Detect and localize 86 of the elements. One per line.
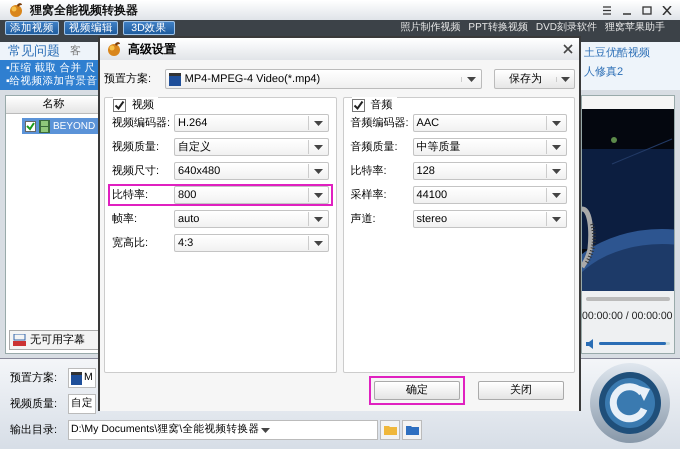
dialog-button[interactable]: 关闭 (478, 381, 564, 400)
caret-icon (314, 168, 322, 174)
field-dropdown[interactable]: 128 (412, 162, 567, 180)
toolbar-link[interactable]: PPT转换视频 (468, 21, 528, 34)
caret-icon (467, 76, 476, 82)
field-label: 宽高比: (112, 236, 150, 251)
field-label: 声道: (350, 212, 377, 227)
field-dropdown[interactable]: auto (174, 210, 328, 228)
group-title: 音频 (370, 98, 392, 113)
caret-icon (314, 120, 322, 126)
setting-label: 输出目录: (10, 422, 58, 438)
browse-button[interactable] (402, 420, 422, 440)
group-title: 视频 (132, 98, 154, 113)
caret-icon (314, 144, 322, 150)
caret-icon (314, 240, 322, 246)
subtitle-icon (13, 334, 26, 346)
checkbox[interactable] (25, 120, 36, 132)
speaker-icon[interactable] (586, 338, 596, 349)
field-label: 比特率: (112, 188, 150, 203)
preset-label: 预置方案: (104, 72, 152, 87)
setting-label: 视频质量: (10, 396, 58, 412)
column-header[interactable]: 名称 (6, 96, 101, 114)
checkbox[interactable] (352, 98, 364, 112)
field-label: 视频尺寸: (112, 164, 160, 179)
toolbar-link[interactable]: 照片制作视频 (400, 21, 460, 34)
maximize-icon[interactable] (642, 6, 652, 14)
caret-icon (552, 120, 561, 126)
field-dropdown[interactable]: 自定义 (174, 138, 328, 156)
caret-icon (552, 192, 561, 198)
save-as-button[interactable]: 保存为 (494, 69, 575, 89)
logo-icon (106, 41, 122, 57)
clapper-icon (168, 72, 181, 86)
help-title: 常见问题 (8, 42, 60, 60)
close-icon[interactable] (563, 44, 573, 54)
folder-icon (384, 425, 396, 435)
field-dropdown[interactable]: stereo (412, 210, 567, 228)
dialog-title: 高级设置 (128, 41, 176, 58)
caret-icon (314, 192, 322, 198)
caret-icon (561, 76, 570, 82)
help-link[interactable]: ▪给视频添加背景音 (6, 75, 100, 88)
help-link[interactable]: 土豆优酷视频 (584, 45, 680, 62)
setting-field[interactable]: M (68, 368, 96, 388)
toolbar-link[interactable]: DVD刻录软件 (536, 21, 597, 34)
setting-field[interactable]: 自定 (68, 394, 96, 414)
toolbar-link[interactable]: 狸窝苹果助手 (605, 21, 665, 34)
folder-icon (406, 425, 418, 435)
setting-label: 预置方案: (10, 370, 58, 386)
caret-icon (261, 428, 270, 432)
subtitle-dropdown[interactable]: 无可用字幕 (9, 330, 99, 350)
field-dropdown[interactable]: 800 (174, 186, 328, 204)
preset-dropdown[interactable]: MP4-MPEG-4 Video(*.mp4) (164, 69, 482, 89)
volume-slider[interactable] (599, 342, 666, 346)
logo-icon (8, 2, 24, 18)
field-label: 视频编码器: (112, 116, 172, 131)
clapper-icon (71, 372, 82, 384)
caret-icon (552, 216, 561, 222)
field-label: 比特率: (350, 164, 388, 179)
caret-icon (552, 144, 561, 150)
toolbar-button[interactable]: 3D效果 (123, 21, 175, 35)
checkbox[interactable] (113, 98, 126, 112)
help-link[interactable]: ▪压缩 截取 合并 尺 (6, 62, 100, 75)
film-icon (39, 120, 50, 132)
setting-field[interactable]: D:\My Documents\狸窝\全能视频转换器 (68, 420, 378, 440)
field-dropdown[interactable]: AAC (412, 114, 567, 132)
field-label: 视频质量: (112, 140, 160, 155)
window-title: 狸窝全能视频转换器 (30, 2, 138, 19)
field-label: 采样率: (350, 188, 388, 203)
close-icon[interactable] (662, 6, 672, 14)
caret-icon (314, 216, 322, 222)
field-label: 帧率: (112, 212, 138, 227)
field-dropdown[interactable]: 4:3 (174, 234, 328, 252)
dialog-button[interactable]: 确定 (374, 381, 460, 400)
toolbar-button[interactable]: 添加视频 (5, 21, 59, 35)
field-dropdown[interactable]: 44100 (412, 186, 567, 204)
field-dropdown[interactable]: H.264 (174, 114, 328, 132)
help-link[interactable]: 人修真2 (584, 64, 680, 80)
toolbar-button[interactable]: 视频编辑 (64, 21, 118, 35)
field-dropdown[interactable]: 640x480 (174, 162, 328, 180)
help-tab[interactable]: 客 (70, 42, 81, 60)
caret-icon (552, 168, 561, 174)
field-label: 音频质量: (350, 140, 399, 155)
field-dropdown[interactable]: 中等质量 (412, 138, 567, 156)
field-label: 音频编码器: (350, 116, 410, 131)
menu-icon[interactable] (602, 6, 612, 14)
time-display: 00:00:00 / 00:00:00 (582, 309, 674, 324)
refresh-icon (598, 371, 662, 435)
